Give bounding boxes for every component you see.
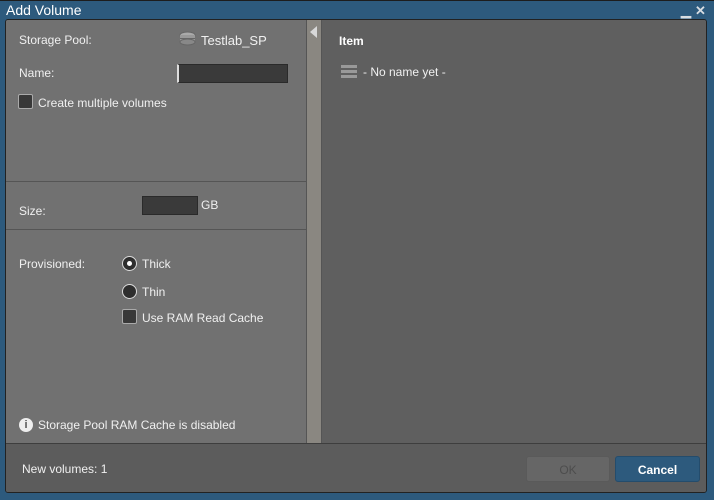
radio-thick[interactable] <box>122 256 137 271</box>
size-unit: GB <box>201 198 219 212</box>
dialog-body: Storage Pool: Testlab_SP Name: Create mu… <box>5 19 707 493</box>
name-input[interactable] <box>177 64 288 83</box>
provisioned-label: Provisioned: <box>19 257 86 271</box>
close-icon[interactable]: ✕ <box>695 3 706 19</box>
size-input[interactable] <box>142 196 198 215</box>
radio-thin[interactable] <box>122 284 137 299</box>
size-label: Size: <box>19 204 46 218</box>
volume-form: Storage Pool: Testlab_SP Name: Create mu… <box>6 20 306 443</box>
divider <box>6 229 306 230</box>
radio-thick-label: Thick <box>142 257 171 271</box>
minimize-icon[interactable]: ▁ <box>681 3 691 19</box>
dialog-footer: New volumes: 1 OK Cancel <box>6 443 706 492</box>
window-title: Add Volume <box>6 2 82 18</box>
title-bar: Add Volume ▁ ✕ <box>0 0 714 20</box>
create-multiple-label: Create multiple volumes <box>38 96 167 110</box>
storage-pool-icon <box>179 31 196 46</box>
info-icon: i <box>19 418 33 432</box>
divider <box>6 181 306 182</box>
preview-panel: Item - No name yet - <box>322 20 706 443</box>
cancel-button[interactable]: Cancel <box>615 456 700 482</box>
volume-icon <box>341 65 357 78</box>
list-item[interactable]: - No name yet - <box>339 64 539 80</box>
new-volumes-count: New volumes: 1 <box>22 462 108 476</box>
preview-header: Item <box>339 34 364 48</box>
ram-cache-checkbox[interactable] <box>122 309 137 324</box>
collapse-arrow-icon[interactable] <box>310 26 317 38</box>
name-label: Name: <box>19 66 55 80</box>
ok-button[interactable]: OK <box>526 456 610 482</box>
radio-thin-label: Thin <box>142 285 166 299</box>
create-multiple-checkbox[interactable] <box>18 94 33 109</box>
info-text: Storage Pool RAM Cache is disabled <box>38 418 236 432</box>
item-name: - No name yet - <box>363 65 446 79</box>
panel-splitter[interactable] <box>306 20 322 443</box>
storage-pool-label: Storage Pool: <box>19 33 92 47</box>
storage-pool-value: Testlab_SP <box>201 33 267 48</box>
ram-cache-label: Use RAM Read Cache <box>142 311 264 325</box>
